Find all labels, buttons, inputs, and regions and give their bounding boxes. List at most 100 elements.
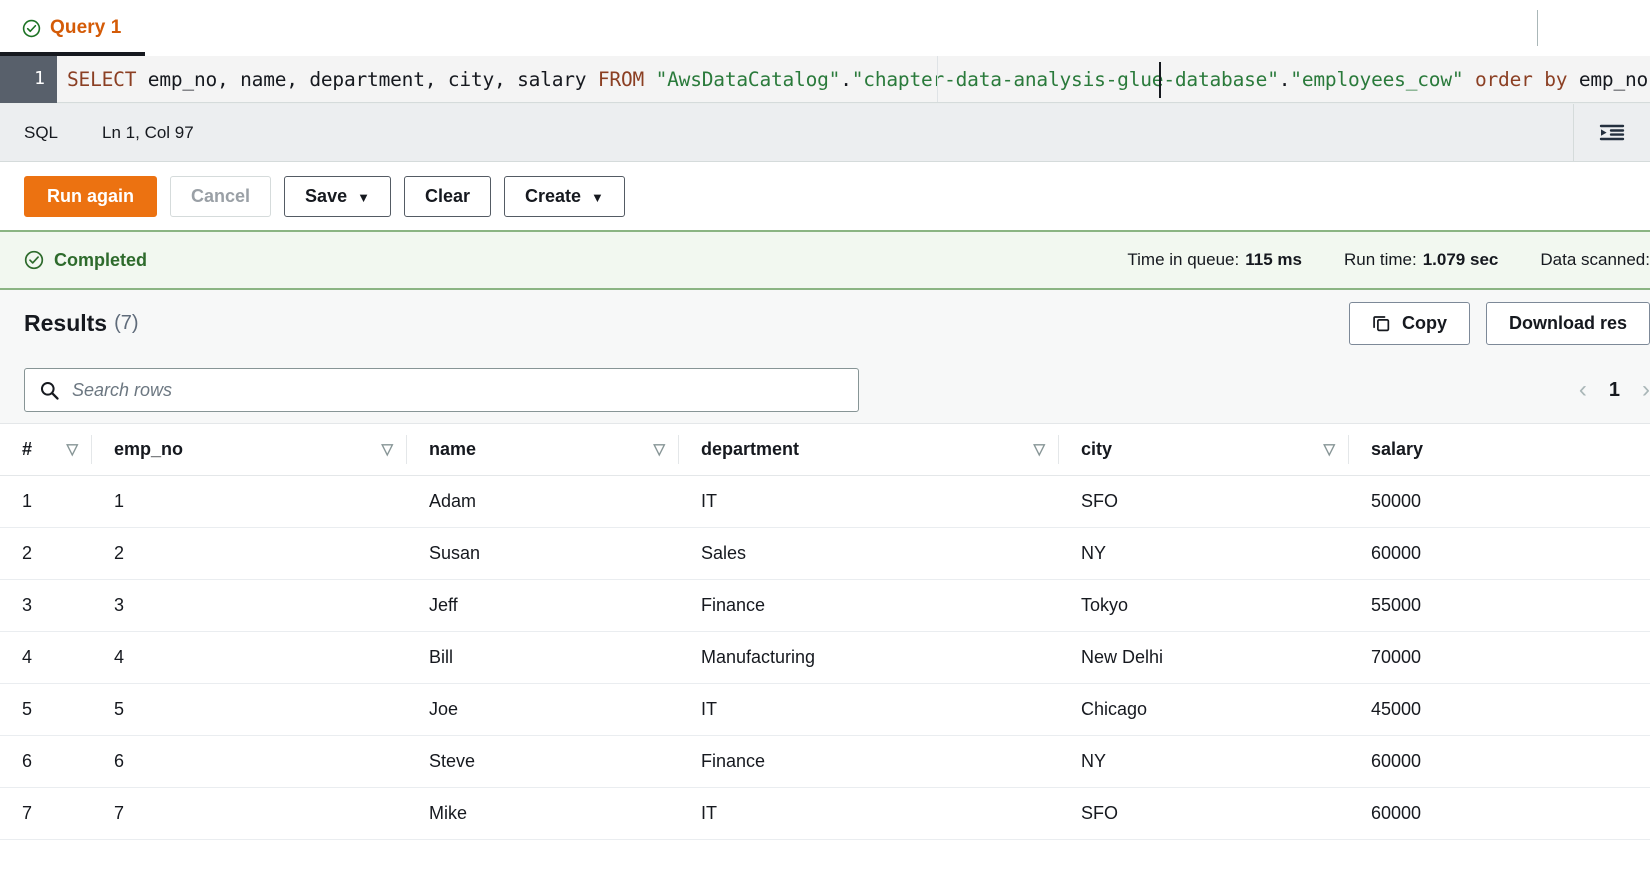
clear-button[interactable]: Clear <box>403 175 491 217</box>
pagination-prev-button[interactable]: ‹ <box>1579 378 1587 402</box>
metric-value: 115 ms <box>1245 250 1302 269</box>
create-button-label: Create <box>525 185 582 206</box>
cell-emp-no: 2 <box>92 527 407 580</box>
editor-gutter-line-number: 1 <box>0 56 57 103</box>
results-section: Results (7) Copy Download res Search row… <box>0 290 1650 840</box>
cell-city: NY <box>1059 735 1349 788</box>
cell-department: Manufacturing <box>679 631 1059 684</box>
run-again-button[interactable]: Run again <box>24 175 158 217</box>
column-header-label: name <box>429 439 477 459</box>
column-header-city[interactable]: city ▽ <box>1059 423 1349 476</box>
cell-name: Jeff <box>407 579 679 632</box>
search-rows-input[interactable] <box>72 379 844 401</box>
cell-name: Steve <box>407 735 679 788</box>
query-action-bar: Run again Cancel Save ▼ Clear Create ▼ <box>0 162 1650 230</box>
cell-city: SFO <box>1059 475 1349 528</box>
sql-token: "chapter-data-analysis-glue-database" <box>851 67 1279 91</box>
text-caret <box>1159 62 1161 98</box>
column-header-name[interactable]: name ▽ <box>407 423 679 476</box>
editor-code-area[interactable]: SELECT emp_no, name, department, city, s… <box>57 56 1650 103</box>
save-button[interactable]: Save ▼ <box>284 175 391 217</box>
search-rows-box[interactable] <box>24 368 859 412</box>
cell-department: Finance <box>679 735 1059 788</box>
column-filter-icon[interactable]: ▽ <box>653 442 665 457</box>
sql-token: . <box>1278 67 1291 91</box>
copy-button[interactable]: Copy <box>1348 302 1470 345</box>
table-row[interactable]: 3 3 Jeff Finance Tokyo 55000 <box>0 579 1650 632</box>
cell-name: Bill <box>407 631 679 684</box>
cell-department: IT <box>679 475 1059 528</box>
query-status-banner: Completed Time in queue: 115 ms Run time: 1… <box>0 230 1650 290</box>
column-filter-icon[interactable]: ▽ <box>66 442 78 457</box>
pagination-page-1[interactable]: 1 <box>1609 379 1620 402</box>
column-header-inner: department ▽ <box>701 439 1059 460</box>
editor-status-bar: SQL Ln 1, Col 97 <box>0 104 1650 162</box>
sql-token: order by <box>1474 67 1568 91</box>
column-filter-icon[interactable]: ▽ <box>381 442 393 457</box>
column-header-emp-no[interactable]: emp_no ▽ <box>92 423 407 476</box>
cursor-position-label: Ln 1, Col 97 <box>102 122 194 142</box>
cell-emp-no: 4 <box>92 631 407 684</box>
column-filter-icon[interactable]: ▽ <box>1033 442 1045 457</box>
cell-city: Chicago <box>1059 683 1349 736</box>
cell-salary: 55000 <box>1349 579 1650 632</box>
results-table-body: 1 1 Adam IT SFO 50000 2 2 Susan Sales NY 60000 3 3 Jef… <box>0 475 1650 840</box>
cell-name: Joe <box>407 683 679 736</box>
results-actions: Copy Download res <box>1348 302 1650 345</box>
copy-icon <box>1372 314 1391 333</box>
check-circle-icon <box>24 250 44 270</box>
results-table: # ▽ emp_no ▽ name ▽ department ▽ city ▽ salary 11A… <box>0 423 1650 840</box>
column-header-department[interactable]: department ▽ <box>679 423 1059 476</box>
column-header-label: city <box>1081 439 1113 459</box>
column-header-label: # <box>22 439 33 459</box>
pagination-next-button[interactable]: › <box>1642 378 1650 402</box>
sql-editor[interactable]: 1 SELECT emp_no, name, department, city,… <box>0 56 1650 104</box>
download-results-button[interactable]: Download res <box>1485 302 1650 345</box>
cell-salary: 50000 <box>1349 475 1650 528</box>
cell-salary: 60000 <box>1349 787 1650 840</box>
status-text: Completed <box>54 249 148 270</box>
table-header-row: # ▽ emp_no ▽ name ▽ department ▽ city ▽ salary <box>0 423 1650 476</box>
chevron-down-icon: ▼ <box>357 189 370 205</box>
editor-guide-line <box>937 56 938 103</box>
column-header-label: emp_no <box>114 439 184 459</box>
sql-token: . <box>840 67 852 91</box>
sql-token: "employees_cow" <box>1290 67 1464 91</box>
cell-num: 1 <box>0 475 92 528</box>
tab-query-1[interactable]: Query 1 <box>0 0 146 56</box>
cell-emp-no: 1 <box>92 475 407 528</box>
cell-num: 2 <box>0 527 92 580</box>
table-row[interactable]: 6 6 Steve Finance NY 60000 <box>0 735 1650 788</box>
cell-department: IT <box>679 683 1059 736</box>
table-row[interactable]: 4 4 Bill Manufacturing New Delhi 70000 <box>0 631 1650 684</box>
sql-code-line: SELECT emp_no, name, department, city, s… <box>57 56 1650 103</box>
save-button-label: Save <box>305 185 348 206</box>
cell-city: Tokyo <box>1059 579 1349 632</box>
create-button[interactable]: Create ▼ <box>504 175 625 217</box>
column-header-inner: # ▽ <box>22 439 92 460</box>
cell-num: 7 <box>0 787 92 840</box>
metric-label: Time in queue: <box>1127 250 1240 269</box>
query-metrics: Time in queue: 115 ms Run time: 1.079 sec Da… <box>1127 250 1650 270</box>
cancel-button: Cancel <box>170 175 272 217</box>
table-row[interactable]: 1 1 Adam IT SFO 50000 <box>0 475 1650 528</box>
column-filter-icon[interactable]: ▽ <box>1323 442 1335 457</box>
results-table-head: # ▽ emp_no ▽ name ▽ department ▽ city ▽ salary <box>0 423 1650 476</box>
table-row[interactable]: 7 7 Mike IT SFO 60000 <box>0 787 1650 840</box>
copy-button-label: Copy <box>1401 313 1447 333</box>
format-indent-icon[interactable] <box>1574 104 1650 161</box>
cell-salary: 60000 <box>1349 527 1650 580</box>
search-icon <box>39 380 60 401</box>
column-header-salary[interactable]: salary <box>1349 423 1650 476</box>
table-row[interactable]: 2 2 Susan Sales NY 60000 <box>0 527 1650 580</box>
column-header-num[interactable]: # ▽ <box>0 423 92 476</box>
check-circle-icon <box>22 19 41 38</box>
cell-name: Mike <box>407 787 679 840</box>
toolbar-divider <box>1537 10 1538 46</box>
sql-token: emp_no, name, department, city, salary <box>136 67 598 91</box>
cell-name: Adam <box>407 475 679 528</box>
cell-emp-no: 5 <box>92 683 407 736</box>
table-row[interactable]: 5 5 Joe IT Chicago 45000 <box>0 683 1650 736</box>
status-badge: Completed <box>24 250 147 271</box>
